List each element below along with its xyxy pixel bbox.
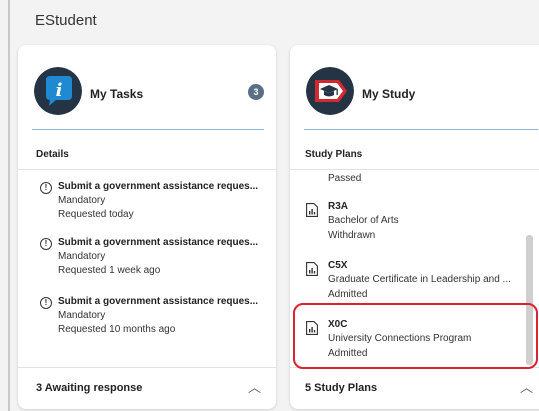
alert-icon: ! xyxy=(40,297,52,309)
task-title[interactable]: Submit a government assistance reques... xyxy=(58,181,258,192)
plan-name: Bachelor of Arts xyxy=(328,215,399,226)
graduation-cap-icon xyxy=(306,67,354,115)
task-item[interactable]: ! Submit a government assistance reques.… xyxy=(40,296,270,342)
document-chart-icon xyxy=(306,203,318,217)
highlight-annotation xyxy=(293,303,538,369)
my-tasks-card[interactable]: i My Tasks 3 Details ! Submit a governme… xyxy=(18,45,276,409)
task-requested: Requested 1 week ago xyxy=(58,265,161,276)
task-item[interactable]: ! Submit a government assistance reques.… xyxy=(40,237,270,283)
my-study-header[interactable]: My Study xyxy=(290,45,539,129)
study-plans-heading: Study Plans xyxy=(305,149,363,160)
task-requested: Requested 10 months ago xyxy=(58,324,176,335)
chevron-up-icon[interactable]: ︿ xyxy=(520,377,533,396)
left-divider xyxy=(8,0,10,411)
chevron-up-icon[interactable]: ︿ xyxy=(248,377,261,396)
plan-name: Graduate Certificate in Leadership and .… xyxy=(328,274,511,285)
info-icon: i xyxy=(34,67,82,115)
task-requested: Requested today xyxy=(58,209,134,220)
task-count-badge: 3 xyxy=(248,84,264,100)
tasks-footer[interactable]: 3 Awaiting response ︿ xyxy=(18,367,276,409)
study-plans-count-label: 5 Study Plans xyxy=(305,382,378,394)
task-title[interactable]: Submit a government assistance reques... xyxy=(58,237,258,248)
section-divider xyxy=(18,169,276,170)
alert-icon: ! xyxy=(40,182,52,194)
document-chart-icon xyxy=(306,262,318,276)
task-item[interactable]: ! Submit a government assistance reques.… xyxy=(40,181,270,227)
task-title[interactable]: Submit a government assistance reques... xyxy=(58,296,258,307)
svg-text:i: i xyxy=(56,80,63,101)
my-tasks-title: My Tasks xyxy=(90,87,144,101)
awaiting-response-label: 3 Awaiting response xyxy=(36,382,143,394)
plan-status: Passed xyxy=(328,173,362,184)
plan-code[interactable]: R3A xyxy=(328,201,348,212)
my-study-title: My Study xyxy=(362,87,416,101)
header-divider xyxy=(32,129,264,130)
estudent-page: EStudent i My Tasks 3 Details ! Submit a… xyxy=(0,0,539,411)
task-type: Mandatory xyxy=(58,310,106,321)
app-title: EStudent xyxy=(35,12,97,29)
details-heading: Details xyxy=(36,149,69,160)
task-type: Mandatory xyxy=(58,251,106,262)
plan-status: Withdrawn xyxy=(328,230,376,241)
study-footer[interactable]: 5 Study Plans ︿ xyxy=(290,367,539,409)
my-tasks-header[interactable]: i My Tasks 3 xyxy=(18,45,276,129)
header-divider xyxy=(304,129,538,130)
alert-icon: ! xyxy=(40,238,52,250)
plan-status: Admitted xyxy=(328,289,368,300)
plan-code[interactable]: C5X xyxy=(328,260,347,271)
task-type: Mandatory xyxy=(58,195,106,206)
